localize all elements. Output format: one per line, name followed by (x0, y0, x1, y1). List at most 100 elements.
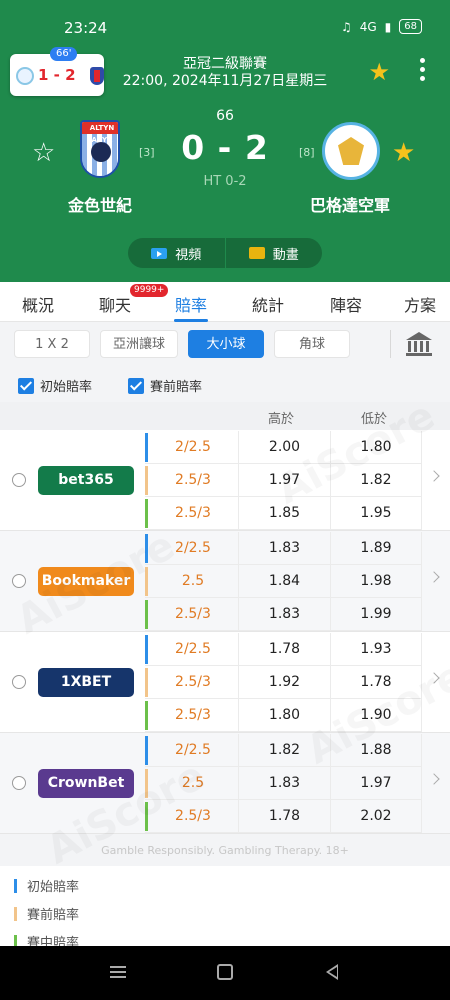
favorite-star-icon[interactable]: ★ (368, 58, 390, 86)
away-favorite-star-icon[interactable]: ★ (392, 138, 415, 168)
under-odds: 1.97 (330, 767, 422, 800)
odds-legend: 初始賠率 賽前賠率 賽中賠率 (0, 866, 450, 951)
home-icon[interactable] (217, 964, 233, 980)
over-odds: 2.00 (238, 431, 330, 464)
chevron-right-icon[interactable] (428, 773, 440, 785)
back-icon[interactable] (326, 964, 338, 980)
tab-overview[interactable]: 概況 (22, 292, 54, 316)
odds-row[interactable]: 2.5/3 1.83 1.99 (145, 598, 422, 631)
bookmaker-settings-icon[interactable] (406, 332, 432, 356)
tab-lineup[interactable]: 陣容 (330, 292, 362, 316)
under-odds: 1.90 (330, 699, 422, 732)
filter-1x2[interactable]: 1 X 2 (14, 330, 90, 358)
animation-button[interactable]: 動畫 (226, 238, 323, 268)
home-mini-badge-icon (16, 67, 34, 85)
league-name: 亞冠二級聯賽 (183, 56, 267, 72)
odds-row[interactable]: 2.5/3 1.80 1.90 (145, 699, 422, 732)
odds-table-header: 高於 低於 (0, 402, 450, 430)
disclaimer: Gamble Responsibly. Gambling Therapy. 18… (101, 844, 349, 857)
under-odds: 1.88 (330, 734, 422, 767)
odds-line: 2.5/3 (175, 707, 211, 723)
over-odds: 1.78 (238, 633, 330, 666)
tab-odds[interactable]: 賠率 (175, 292, 207, 316)
tab-bar: 概況 聊天 賠率 統計 陣容 方案 (0, 282, 450, 322)
media-toggle: 視頻 動畫 (128, 238, 322, 268)
bookmaker-row[interactable]: 1XBET 2/2.5 1.78 1.93 2.5/3 1.92 1.78 2.5/3 1.80… (0, 632, 450, 733)
odds-row[interactable]: 2/2.5 2.00 1.80 (145, 431, 422, 464)
status-time: 23:24 (64, 19, 108, 37)
mini-score-widget[interactable]: 66' 1 - 2 (10, 47, 104, 96)
odds-row[interactable]: 2/2.5 1.78 1.93 (145, 633, 422, 666)
bookmaker-radio[interactable] (12, 776, 26, 790)
battery-icon: 68 (399, 19, 422, 34)
league-info: 亞冠二級聯賽 22:00, 2024年11月27日星期三 (100, 56, 350, 90)
odds-line: 2.5/3 (175, 808, 211, 824)
chat-count-badge: 9999+ (130, 284, 169, 297)
filter-corners[interactable]: 角球 (274, 330, 350, 358)
legend-pre-match: 賽前賠率 (14, 904, 79, 923)
bookmaker-row[interactable]: bet365 2/2.5 2.00 1.80 2.5/3 1.97 1.82 2.5/3 1.8… (0, 430, 450, 531)
tab-stats[interactable]: 統計 (252, 292, 284, 316)
over-odds: 1.85 (238, 497, 330, 530)
bookmaker-logo: 1XBET (38, 668, 134, 697)
video-icon (151, 247, 168, 259)
recent-apps-icon[interactable] (110, 966, 126, 978)
legend-pre-swatch (14, 906, 17, 921)
tab-chat[interactable]: 聊天 (99, 292, 131, 316)
chevron-right-icon[interactable] (428, 470, 440, 482)
under-odds: 1.78 (330, 666, 422, 699)
bookmaker-row[interactable]: CrownBet 2/2.5 1.82 1.88 2.5 1.83 1.97 2.5/3 1.7… (0, 733, 450, 834)
initial-odds-checkbox[interactable]: 初始賠率 (18, 376, 92, 395)
halftime-score: HT 0-2 (203, 174, 247, 189)
over-odds: 1.92 (238, 666, 330, 699)
legend-initial: 初始賠率 (14, 876, 79, 895)
signal-label: 4G (359, 19, 377, 34)
bookmaker-row[interactable]: Bookmaker 2/2.5 1.83 1.89 2.5 1.84 1.98 2.5/3 1.… (0, 531, 450, 632)
odds-line: 2.5/3 (175, 472, 211, 488)
odds-row[interactable]: 2.5 1.84 1.98 (145, 565, 422, 598)
bookmaker-radio[interactable] (12, 473, 26, 487)
filter-asian-handicap[interactable]: 亞洲讓球 (100, 330, 178, 358)
mini-score: 1 - 2 (38, 66, 76, 84)
under-odds: 1.89 (330, 532, 422, 565)
more-menu-icon[interactable] (420, 58, 426, 85)
odds-row[interactable]: 2.5/3 1.85 1.95 (145, 497, 422, 530)
under-odds: 1.82 (330, 464, 422, 497)
video-button[interactable]: 視頻 (128, 238, 226, 268)
status-icons: ♫ 4G ▮ 68 (341, 19, 422, 34)
odds-line: 2.5/3 (175, 505, 211, 521)
pre-match-odds-checkbox[interactable]: 賽前賠率 (128, 376, 202, 395)
chevron-right-icon[interactable] (428, 571, 440, 583)
odds-line: 2.5/3 (175, 606, 211, 622)
bookmaker-radio[interactable] (12, 574, 26, 588)
away-team-name[interactable]: 巴格達空軍 (280, 192, 420, 216)
odds-row[interactable]: 2/2.5 1.82 1.88 (145, 734, 422, 767)
status-bar: 23:24 ♫ 4G ▮ 68 (0, 14, 450, 42)
odds-row[interactable]: 2.5/3 1.78 2.02 (145, 800, 422, 833)
under-odds: 1.95 (330, 497, 422, 530)
over-odds: 1.97 (238, 464, 330, 497)
match-header: 23:24 ♫ 4G ▮ 68 66' 1 - 2 亞冠二級聯賽 22:00, … (0, 0, 450, 282)
under-odds: 1.93 (330, 633, 422, 666)
checkbox-checked-icon (128, 377, 144, 394)
away-rank: [8] (299, 146, 315, 159)
odds-line: 2.5/3 (175, 674, 211, 690)
bookmaker-radio[interactable] (12, 675, 26, 689)
chevron-right-icon[interactable] (428, 672, 440, 684)
odds-row[interactable]: 2.5 1.83 1.97 (145, 767, 422, 800)
market-filter-row: 1 X 2 亞洲讓球 大小球 角球 (0, 322, 450, 366)
odds-row[interactable]: 2/2.5 1.83 1.89 (145, 532, 422, 565)
under-odds: 1.80 (330, 431, 422, 464)
away-team-logo (322, 122, 380, 180)
odds-line: 2/2.5 (175, 439, 211, 455)
home-team-name[interactable]: 金色世紀 (30, 192, 170, 216)
over-odds: 1.80 (238, 699, 330, 732)
odds-line: 2/2.5 (175, 641, 211, 657)
filter-over-under[interactable]: 大小球 (188, 330, 264, 358)
bookmaker-logo: Bookmaker (38, 567, 134, 596)
under-odds: 2.02 (330, 800, 422, 833)
over-odds: 1.82 (238, 734, 330, 767)
odds-row[interactable]: 2.5/3 1.97 1.82 (145, 464, 422, 497)
odds-row[interactable]: 2.5/3 1.92 1.78 (145, 666, 422, 699)
tab-plan[interactable]: 方案 (404, 292, 436, 316)
